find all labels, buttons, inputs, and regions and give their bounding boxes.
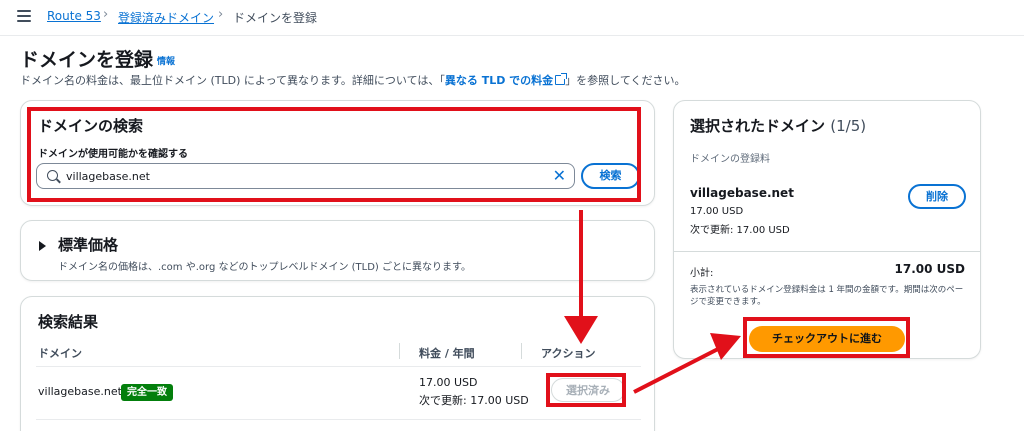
arrow-right-line	[633, 347, 719, 394]
annotation-arrows	[564, 210, 741, 394]
arrow-down-head	[564, 316, 598, 344]
arrow-right-head	[710, 333, 741, 360]
